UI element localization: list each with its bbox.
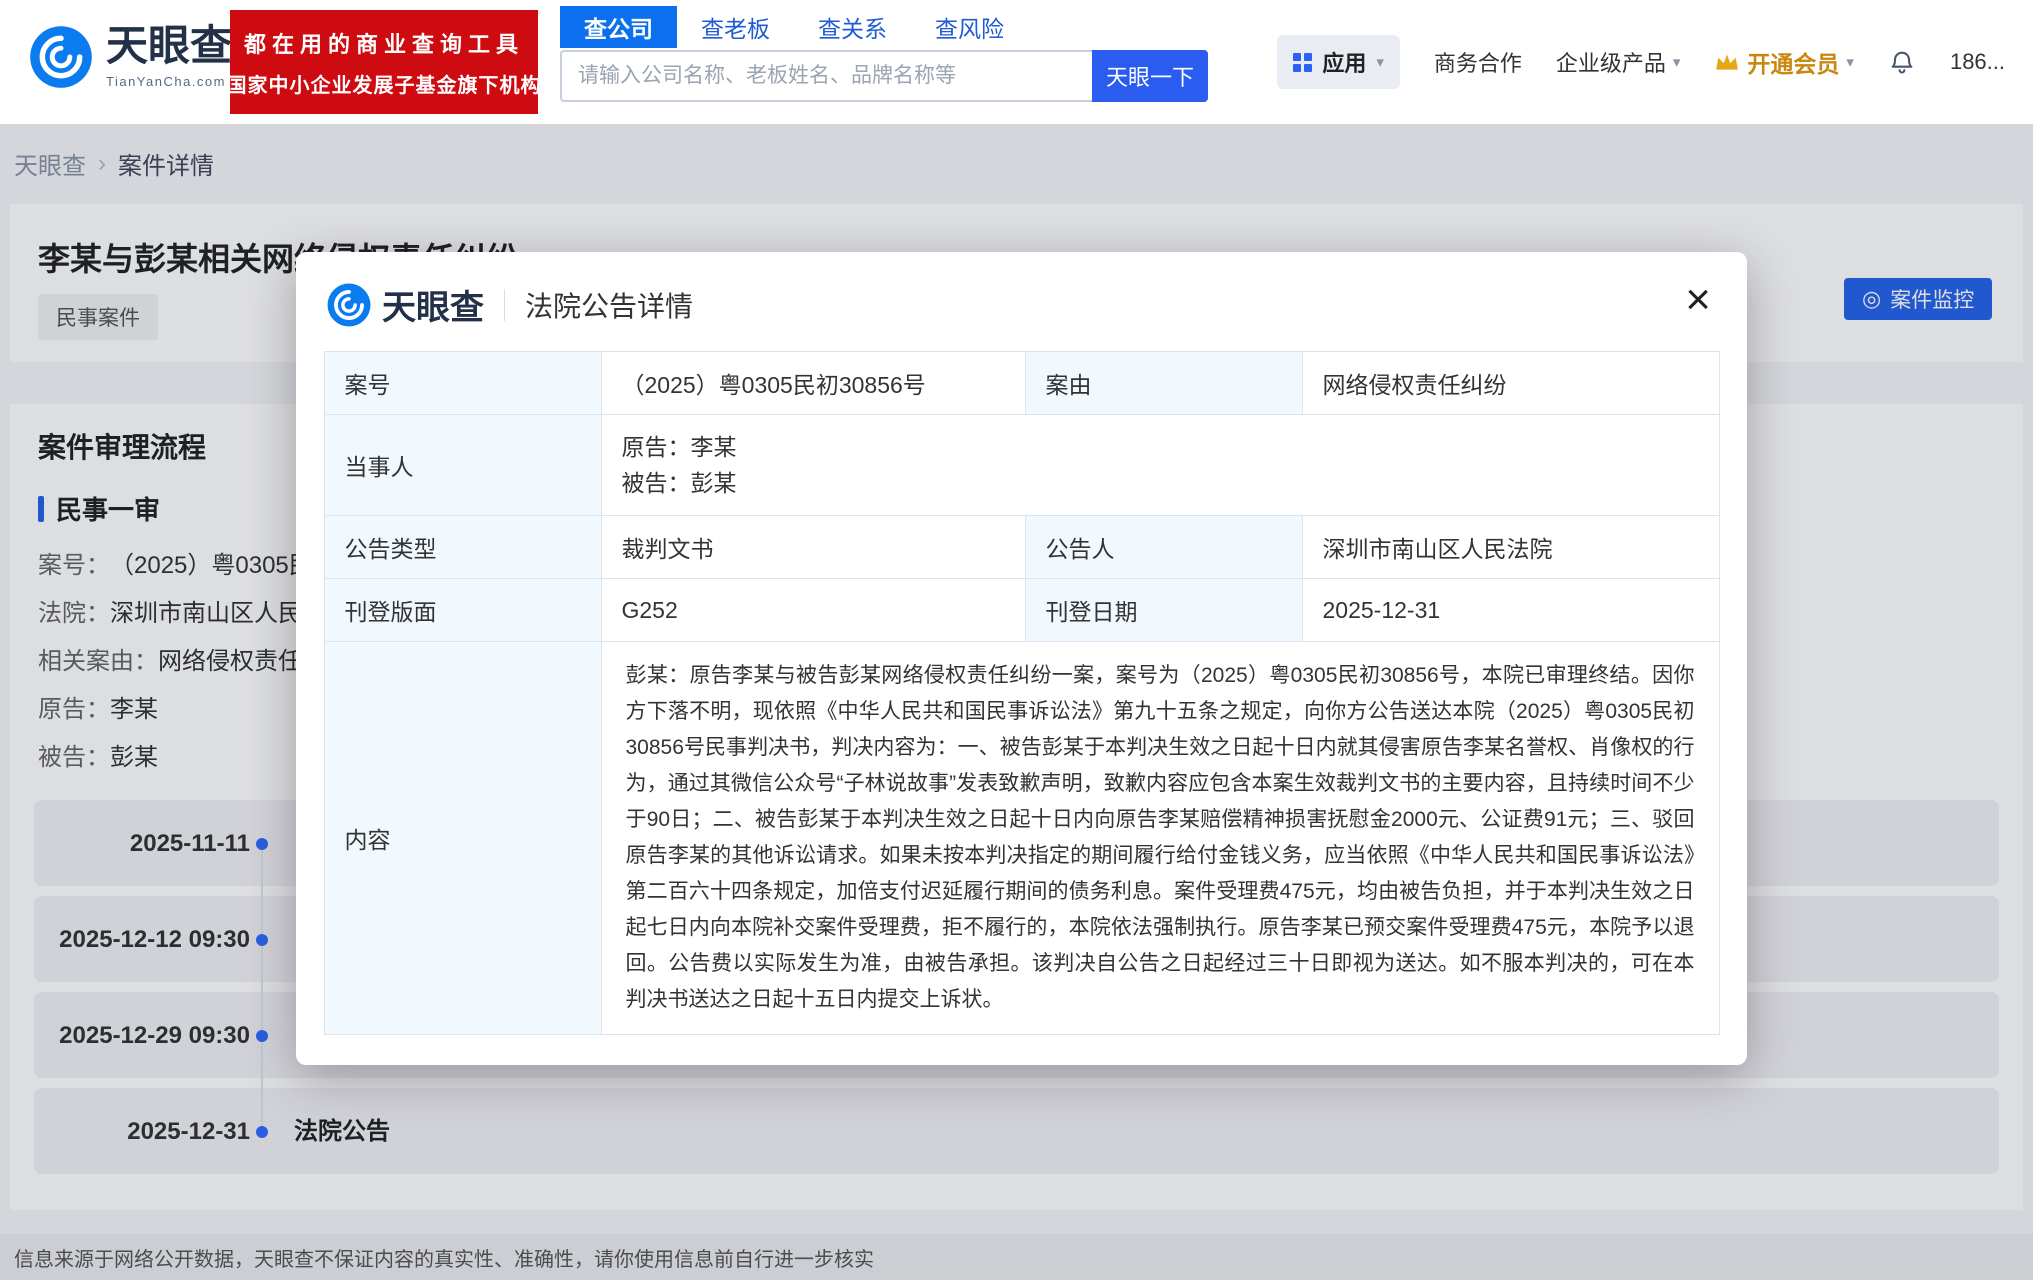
- value-parties: 原告：李某 被告：彭某: [600, 414, 1720, 516]
- label-cause: 案由: [1024, 351, 1303, 415]
- table-row-caseno-cause: 案号 （2025）粤0305民初30856号 案由 网络侵权责任纠纷: [323, 351, 1720, 415]
- value-content: 彭某：原告李某与被告彭某网络侵权责任纠纷一案，案号为（2025）粤0305民初3…: [600, 641, 1720, 1035]
- table-row-content: 内容 彭某：原告李某与被告彭某网络侵权责任纠纷一案，案号为（2025）粤0305…: [323, 641, 1720, 1035]
- search-tab-company[interactable]: 查公司: [560, 6, 677, 48]
- cooperation-label: 商务合作: [1433, 51, 1522, 76]
- apps-grid-icon: [1293, 52, 1313, 72]
- crown-icon: [1716, 54, 1739, 70]
- search-tabs: 查公司 查老板 查关系 查风险: [560, 6, 1208, 48]
- nav-item-enterprise[interactable]: 企业级产品 ▾: [1556, 46, 1681, 78]
- tianyancha-logo[interactable]: 天眼查 TianYanCha.com: [28, 24, 232, 90]
- label-content: 内容: [323, 641, 602, 1035]
- party-plaintiff: 原告：李某: [621, 434, 737, 460]
- value-cause: 网络侵权责任纠纷: [1301, 351, 1720, 415]
- logo-wordmark: 天眼查: [106, 22, 233, 69]
- chevron-down-icon: ▾: [1672, 54, 1681, 71]
- search-box: 天眼一下: [560, 50, 1208, 102]
- label-announcer: 公告人: [1024, 515, 1303, 579]
- banner-line1: 都在用的商业查询工具: [243, 31, 524, 57]
- search-tab-risk[interactable]: 查风险: [911, 6, 1028, 48]
- logo-domain: TianYanCha.com: [106, 74, 226, 89]
- search-input[interactable]: [560, 50, 1092, 102]
- promo-banner: 都在用的商业查询工具 国家中小企业发展子基金旗下机构: [227, 10, 541, 114]
- label-parties: 当事人: [323, 414, 602, 516]
- search-tab-boss[interactable]: 查老板: [677, 6, 794, 48]
- value-publication-date: 2025-12-31: [1301, 578, 1720, 642]
- label-publication-date: 刊登日期: [1024, 578, 1303, 642]
- tianyancha-case-detail-page: 天眼查 TianYanCha.com 都在用的商业查询工具 国家中小企业发展子基…: [0, 0, 2033, 1280]
- label-announcement-type: 公告类型: [323, 515, 602, 579]
- enterprise-label: 企业级产品: [1555, 51, 1666, 76]
- top-header: 天眼查 TianYanCha.com 都在用的商业查询工具 国家中小企业发展子基…: [0, 0, 2033, 124]
- chevron-down-icon: ▾: [1376, 54, 1384, 71]
- tianyancha-logo-icon: [30, 26, 92, 88]
- announcement-content-text: 彭某：原告李某与被告彭某网络侵权责任纠纷一案，案号为（2025）粤0305民初3…: [625, 664, 1695, 1011]
- modal-title: 法院公告详情: [525, 290, 694, 322]
- tianyancha-logo-icon: [327, 283, 371, 326]
- nav-item-vip[interactable]: 开通会员 ▾: [1714, 45, 1854, 79]
- label-case-number: 案号: [323, 351, 602, 415]
- search-area: 查公司 查老板 查关系 查风险 天眼一下: [560, 6, 1208, 102]
- value-publication-page: G252: [600, 578, 1026, 642]
- label-publication-page: 刊登版面: [323, 578, 602, 642]
- value-announcement-type: 裁判文书: [600, 515, 1026, 579]
- banner-line2: 国家中小企业发展子基金旗下机构: [226, 74, 542, 97]
- close-icon[interactable]: ×: [1685, 278, 1711, 322]
- vip-label: 开通会员: [1747, 51, 1840, 77]
- notification-bell[interactable]: [1888, 48, 1916, 76]
- party-defendant: 被告：彭某: [621, 470, 737, 496]
- logo-text-block: 天眼查 TianYanCha.com: [106, 22, 233, 90]
- apps-label: 应用: [1322, 51, 1367, 76]
- table-row-parties: 当事人 原告：李某 被告：彭某: [323, 414, 1720, 516]
- bell-icon: [1891, 51, 1913, 74]
- modal-header-divider: [504, 288, 505, 321]
- modal-header: 天眼查 法院公告详情 ×: [296, 252, 1747, 351]
- header-nav: 应用 ▾ 商务合作 企业级产品 ▾ 开通会员 ▾ 186...: [1277, 35, 2005, 89]
- table-row-type-announcer: 公告类型 裁判文书 公告人 深圳市南山区人民法院: [323, 515, 1720, 579]
- announcement-table: 案号 （2025）粤0305民初30856号 案由 网络侵权责任纠纷 当事人 原…: [323, 351, 1720, 1035]
- account-phone[interactable]: 186...: [1950, 49, 2005, 75]
- chevron-down-icon: ▾: [1846, 54, 1854, 71]
- modal-logo-wordmark: 天眼查: [382, 289, 484, 327]
- search-button[interactable]: 天眼一下: [1092, 50, 1208, 102]
- table-row-page-date: 刊登版面 G252 刊登日期 2025-12-31: [323, 578, 1720, 642]
- apps-menu[interactable]: 应用 ▾: [1277, 35, 1400, 89]
- value-case-number: （2025）粤0305民初30856号: [600, 351, 1026, 415]
- court-announcement-modal: 天眼查 法院公告详情 × 案号 （2025）粤0305民初30856号 案由 网…: [296, 252, 1747, 1065]
- value-announcer: 深圳市南山区人民法院: [1301, 515, 1720, 579]
- nav-item-cooperation[interactable]: 商务合作: [1434, 46, 1522, 78]
- modal-tianyancha-logo: 天眼查: [326, 280, 484, 329]
- search-tab-relation[interactable]: 查关系: [794, 6, 911, 48]
